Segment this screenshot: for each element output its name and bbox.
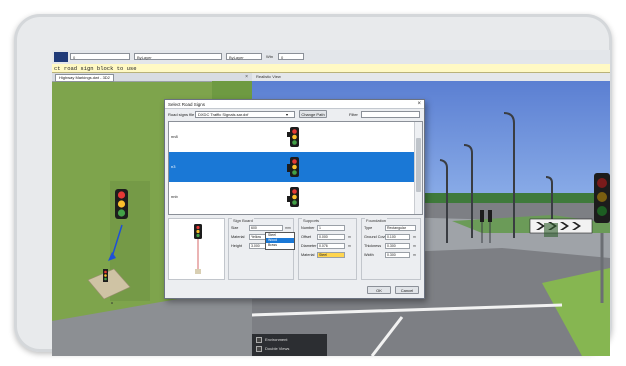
width-input[interactable]: 0 xyxy=(278,53,304,60)
command-line[interactable]: ct road sign block to use xyxy=(52,64,610,73)
number-input[interactable]: 1 xyxy=(317,225,345,231)
sign-name: nnb xyxy=(171,194,178,199)
scrollbar-thumb[interactable] xyxy=(416,138,421,192)
close-icon[interactable]: × xyxy=(417,100,421,109)
double-views-label: Double Views xyxy=(265,346,290,351)
width-unit: m xyxy=(413,253,416,257)
preview-canvas xyxy=(194,224,202,274)
grass-verge xyxy=(542,268,610,356)
small-signal-icon xyxy=(103,269,108,282)
chevron-sign-icon xyxy=(529,218,593,234)
road-signs-file-select[interactable]: DXDC Traffic Signals.sar.dxf xyxy=(195,111,295,118)
cancel-button[interactable]: Cancel xyxy=(395,286,419,294)
close-icon[interactable]: × xyxy=(245,74,248,80)
environment-option[interactable]: Environment xyxy=(256,336,287,343)
list-item[interactable]: nnb xyxy=(169,182,414,212)
stop-line xyxy=(252,303,563,317)
offset-input[interactable]: 0.000 xyxy=(317,234,345,240)
width-label: Width xyxy=(364,253,374,257)
support-material-select[interactable]: Steel xyxy=(317,252,345,258)
ok-button[interactable]: OK xyxy=(367,286,391,294)
display-options-panel: Environment Double Views xyxy=(252,334,327,356)
road-signs-file-label: Road signs file xyxy=(168,112,195,117)
screen: 0 ByLayer ByLayer Wtn 0 ct road sign blo… xyxy=(52,50,610,356)
app-logo-icon xyxy=(54,52,68,62)
checkbox-icon[interactable] xyxy=(256,345,262,352)
sign-preview xyxy=(168,218,225,280)
double-views-option[interactable]: Double Views xyxy=(256,345,289,352)
foundation-group: Foundation Type Rectangular Ground Cover… xyxy=(361,218,421,280)
diameter-unit: m xyxy=(348,244,351,248)
preview-foundation xyxy=(195,269,201,274)
foundation-title: Foundation xyxy=(365,218,388,224)
list-item-selected[interactable]: n3 xyxy=(169,152,414,182)
chevron-down-icon[interactable]: ▾ xyxy=(286,111,288,118)
thickness-unit: m xyxy=(413,244,416,248)
number-label: Number xyxy=(301,226,315,230)
width-label: Wtn xyxy=(266,54,274,59)
thickness-input[interactable]: 0.300 xyxy=(385,243,410,249)
traffic-light-icon xyxy=(287,187,299,207)
offset-unit: m xyxy=(348,235,351,239)
material-label: Material xyxy=(231,235,245,239)
pivot-point xyxy=(111,302,113,304)
dropdown-option[interactable]: Brass xyxy=(266,243,294,248)
support-material-label: Material xyxy=(301,253,315,257)
supports-title: Supports xyxy=(302,218,321,224)
height-label: Height xyxy=(231,244,242,248)
traffic-light-icon xyxy=(287,157,299,177)
offset-label: Offset xyxy=(301,235,312,239)
size-input[interactable]: 600 xyxy=(249,225,283,231)
linetype-dropdown[interactable]: ByLayer xyxy=(226,53,262,60)
sign-board-title: Sign Board xyxy=(232,218,254,224)
checkbox-icon[interactable] xyxy=(256,336,262,343)
supports-group: Supports Number 1 Offset 0.000 m Diamete… xyxy=(298,218,357,280)
diameter-label: Diameter xyxy=(301,244,317,248)
diameter-input[interactable]: 0.076 xyxy=(317,243,345,249)
type-select[interactable]: Rectangular xyxy=(385,225,416,231)
width-input[interactable]: 0.300 xyxy=(385,252,410,258)
select-road-signs-dialog: Select Road Signs × Road signs file DXDC… xyxy=(164,99,425,299)
lane-marking xyxy=(370,316,404,356)
road-signs-list[interactable]: nn8 n3 nnb xyxy=(168,121,423,215)
roundabout-shrub xyxy=(544,223,558,237)
ground-cover-input[interactable]: 0.100 xyxy=(385,234,410,240)
size-label: Size xyxy=(231,226,239,230)
filter-input[interactable] xyxy=(361,111,420,118)
device-frame: 0 ByLayer ByLayer Wtn 0 ct road sign blo… xyxy=(14,14,612,356)
filter-label: Filter xyxy=(349,112,358,117)
layer-dropdown[interactable]: 0 xyxy=(70,53,130,60)
environment-label: Environment xyxy=(265,337,288,342)
size-unit: mm xyxy=(285,226,291,230)
sign-name: nn8 xyxy=(171,134,178,139)
change-path-button[interactable]: Change Path xyxy=(299,110,327,118)
ground-cover-unit: m xyxy=(413,235,416,239)
properties-toolbar: 0 ByLayer ByLayer Wtn 0 xyxy=(52,50,610,65)
thickness-label: Thickness xyxy=(364,244,382,248)
type-label: Type xyxy=(364,226,373,230)
dialog-title: Select Road Signs xyxy=(165,100,424,109)
list-item[interactable]: nn8 xyxy=(169,122,414,152)
support-material-dropdown[interactable]: Steel Wood Brass xyxy=(265,232,295,250)
list-scrollbar[interactable] xyxy=(414,122,422,214)
color-dropdown[interactable]: ByLayer xyxy=(134,53,222,60)
dialog-title-text: Select Road Signs xyxy=(168,102,206,107)
sign-name: n3 xyxy=(171,164,176,169)
traffic-signal-icon[interactable] xyxy=(115,189,128,219)
traffic-light-icon xyxy=(287,127,299,147)
